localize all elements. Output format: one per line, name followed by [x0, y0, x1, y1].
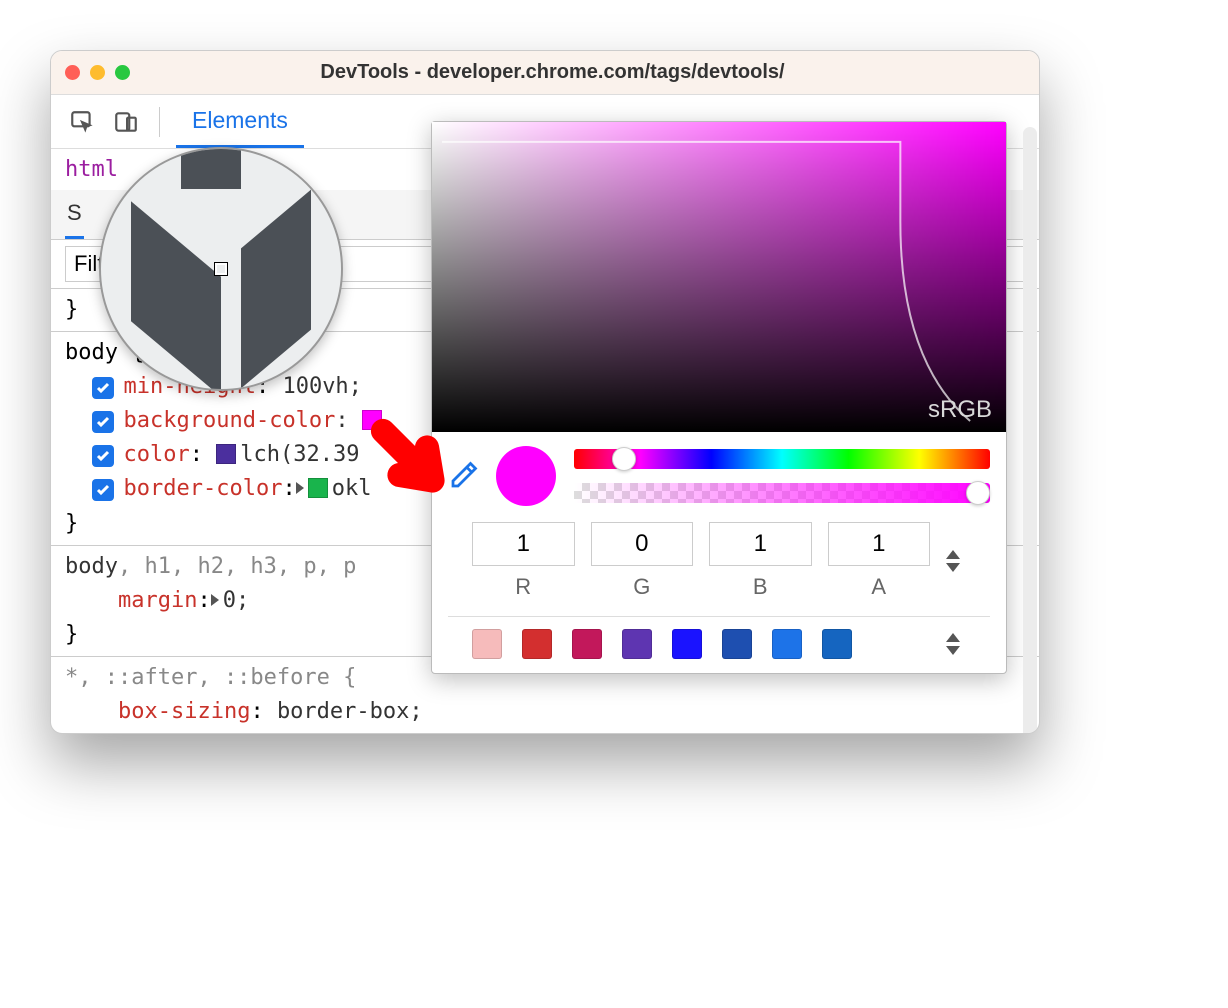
minimize-window-button[interactable]: [90, 65, 105, 80]
decl-box-sizing[interactable]: box-sizing: border-box;: [65, 695, 1025, 729]
palette-swatch[interactable]: [572, 629, 602, 659]
g-input[interactable]: [591, 522, 694, 566]
alpha-slider[interactable]: [574, 483, 990, 503]
b-label: B: [709, 574, 812, 600]
eyedropper-magnifier: [99, 147, 343, 391]
palette: [432, 617, 1006, 673]
g-label: G: [591, 574, 694, 600]
titlebar: DevTools - developer.chrome.com/tags/dev…: [51, 51, 1039, 95]
toolbar-divider: [159, 107, 160, 137]
color-swatch-icon[interactable]: [216, 444, 236, 464]
current-color-swatch: [496, 446, 556, 506]
palette-swatch[interactable]: [822, 629, 852, 659]
r-input[interactable]: [472, 522, 575, 566]
palette-swatch[interactable]: [722, 629, 752, 659]
palette-swatch[interactable]: [522, 629, 552, 659]
a-label: A: [828, 574, 931, 600]
expand-icon[interactable]: [211, 594, 219, 606]
scrollbar[interactable]: [1023, 127, 1037, 734]
window-controls: [65, 65, 130, 80]
palette-swatch[interactable]: [472, 629, 502, 659]
palette-swatch[interactable]: [672, 629, 702, 659]
checkbox-icon[interactable]: [92, 411, 114, 433]
checkbox-icon[interactable]: [92, 377, 114, 399]
inspect-element-icon[interactable]: [65, 105, 99, 139]
palette-swatch[interactable]: [772, 629, 802, 659]
close-window-button[interactable]: [65, 65, 80, 80]
device-toolbar-icon[interactable]: [109, 105, 143, 139]
b-input[interactable]: [709, 522, 812, 566]
a-input[interactable]: [828, 522, 931, 566]
devtools-window: DevTools - developer.chrome.com/tags/dev…: [50, 50, 1040, 734]
tab-elements[interactable]: Elements: [176, 95, 304, 148]
zoom-window-button[interactable]: [115, 65, 130, 80]
checkbox-icon[interactable]: [92, 479, 114, 501]
subtab-styles-left[interactable]: S: [65, 190, 84, 239]
r-label: R: [472, 574, 575, 600]
format-stepper[interactable]: [946, 550, 966, 572]
palette-swatch[interactable]: [622, 629, 652, 659]
rgba-inputs: R G B A: [432, 512, 1006, 604]
palette-stepper[interactable]: [946, 633, 966, 655]
color-swatch-icon[interactable]: [308, 478, 328, 498]
window-title: DevTools - developer.chrome.com/tags/dev…: [130, 61, 975, 84]
checkbox-icon[interactable]: [92, 445, 114, 467]
hue-slider[interactable]: [574, 449, 990, 469]
eyedropper-icon[interactable]: [448, 461, 478, 491]
color-swatch-icon[interactable]: [362, 410, 382, 430]
gamut-label: sRGB: [928, 396, 992, 424]
spectrum-canvas[interactable]: sRGB: [432, 122, 1006, 432]
expand-icon[interactable]: [296, 482, 304, 494]
color-picker: sRGB R G B: [431, 121, 1007, 674]
magnifier-cursor-icon: [215, 263, 227, 275]
